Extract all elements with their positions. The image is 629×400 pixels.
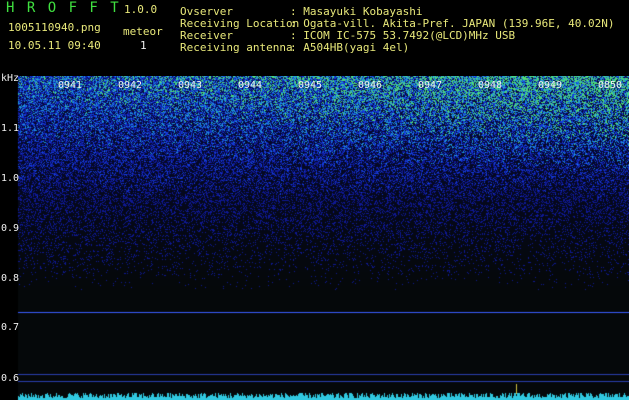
y-tick-label: 0.9 (1, 223, 20, 234)
meteor-count: 1 (140, 39, 147, 52)
antenna-label: Receiving antenna (180, 41, 293, 54)
x-tick-label: 0948 (478, 80, 503, 91)
x-tick-label: 0850 (598, 80, 623, 91)
meteor-label: meteor (123, 25, 163, 38)
app-title: H R O F F T (6, 0, 121, 16)
file-name: 1005110940.png (8, 21, 101, 34)
spectrogram-canvas (0, 76, 629, 400)
x-tick-label: 0946 (358, 80, 383, 91)
app-version: 1.0.0 (124, 3, 158, 16)
x-tick-label: 0944 (238, 80, 263, 91)
header-panel: H R O F F T 1.0.0 1005110940.png meteor … (0, 0, 629, 76)
y-tick-label: 0.8 (1, 273, 20, 284)
y-tick-label: 1.1 (1, 123, 20, 134)
date-time: 10.05.11 09:40 (8, 39, 101, 52)
x-tick-label: 0949 (538, 80, 563, 91)
x-tick-label: 0941 (58, 80, 83, 91)
x-tick-label: 0945 (298, 80, 323, 91)
antenna-value: : A504HB(yagi 4el) (290, 41, 410, 54)
y-tick-label: 1.0 (1, 173, 20, 184)
y-tick-label: 0.7 (1, 322, 20, 333)
x-tick-label: 0942 (118, 80, 143, 91)
x-tick-label: 0947 (418, 80, 443, 91)
y-axis-unit: kHz (1, 73, 20, 84)
x-tick-label: 0943 (178, 80, 203, 91)
y-tick-label: 0.6 (1, 373, 20, 384)
